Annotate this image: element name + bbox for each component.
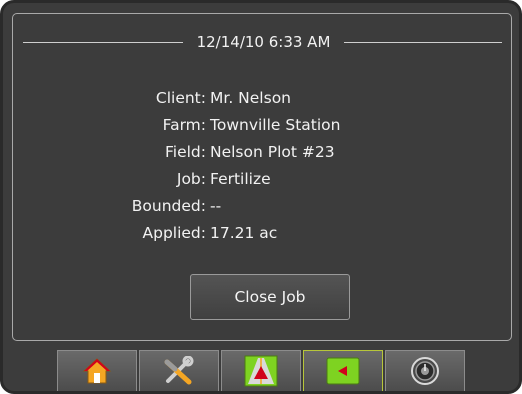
- guidance-icon: [244, 355, 278, 387]
- field-value: Nelson Plot #23: [210, 143, 335, 161]
- farm-label: Farm:: [162, 116, 206, 134]
- bounded-label: Bounded:: [131, 197, 206, 215]
- map-icon: [326, 357, 360, 385]
- device-screen: 12/14/10 6:33 AM Client: Mr. Nelson Farm…: [0, 0, 522, 394]
- farm-value: Townville Station: [210, 116, 341, 134]
- bounded-row: Bounded: --: [13, 194, 513, 218]
- job-value: Fertilize: [210, 170, 271, 188]
- job-row: Job: Fertilize: [13, 167, 513, 191]
- client-value: Mr. Nelson: [210, 89, 291, 107]
- applied-label: Applied:: [142, 224, 207, 242]
- job-info-panel: 12/14/10 6:33 AM Client: Mr. Nelson Farm…: [12, 13, 512, 341]
- field-row: Field: Nelson Plot #23: [13, 140, 513, 164]
- bottom-nav-bar: [3, 349, 519, 391]
- home-icon: [82, 358, 112, 384]
- close-job-button[interactable]: Close Job: [190, 274, 350, 320]
- farm-row: Farm: Townville Station: [13, 113, 513, 137]
- tab-map[interactable]: [303, 350, 383, 391]
- tab-home[interactable]: [57, 350, 137, 391]
- client-label: Client:: [155, 89, 206, 107]
- tab-gauge[interactable]: [385, 350, 465, 391]
- header-divider-right: [344, 42, 502, 43]
- applied-value: 17.21 ac: [210, 224, 278, 242]
- tab-guidance[interactable]: [221, 350, 301, 391]
- field-label: Field:: [165, 143, 206, 161]
- job-label: Job:: [176, 170, 206, 188]
- tab-tools[interactable]: [139, 350, 219, 391]
- client-row: Client: Mr. Nelson: [13, 86, 513, 110]
- bounded-value: --: [210, 197, 222, 215]
- applied-row: Applied: 17.21 ac: [13, 221, 513, 245]
- tools-icon: [164, 356, 194, 385]
- datetime-header: 12/14/10 6:33 AM: [196, 33, 331, 51]
- gauge-icon: [411, 357, 439, 385]
- header-divider-left: [23, 42, 183, 43]
